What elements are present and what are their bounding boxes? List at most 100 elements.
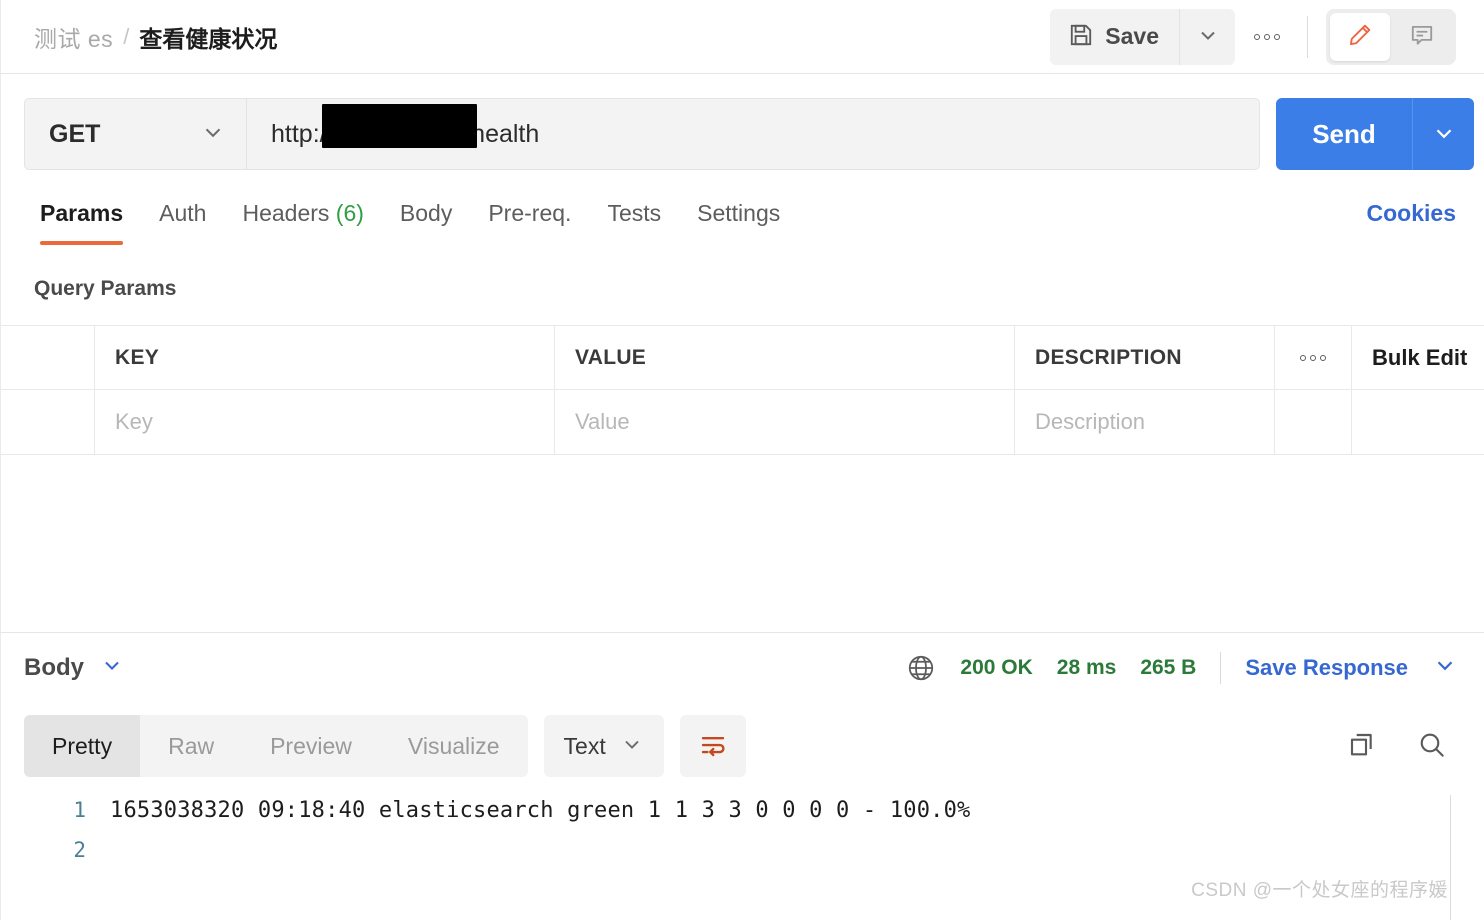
tab-headers-count: (6) bbox=[335, 200, 364, 226]
status-badge: 200 OK bbox=[960, 655, 1033, 679]
select-all-cell[interactable] bbox=[0, 326, 95, 389]
save-button-group: Save bbox=[1050, 8, 1235, 65]
tab-label: Settings bbox=[697, 200, 781, 226]
response-body-toggle[interactable]: Body bbox=[0, 653, 124, 682]
column-header-description: DESCRIPTION bbox=[1015, 326, 1275, 389]
query-params-table: KEY VALUE DESCRIPTION Bulk Edit Key Valu… bbox=[0, 325, 1484, 455]
viewer-actions bbox=[1346, 729, 1484, 764]
save-response-button[interactable]: Save Response bbox=[1245, 655, 1408, 681]
watermark: CSDN @一个处女座的程序媛 bbox=[1191, 880, 1448, 901]
tab-auth[interactable]: Auth bbox=[141, 194, 224, 245]
response-language-label: Text bbox=[563, 732, 606, 759]
save-dropdown-button[interactable] bbox=[1179, 8, 1235, 65]
bulk-edit-label: Bulk Edit bbox=[1372, 344, 1468, 370]
meta-divider bbox=[1220, 651, 1222, 684]
search-icon bbox=[1416, 729, 1448, 764]
edit-mode-button[interactable] bbox=[1330, 12, 1390, 61]
line-number: 2 bbox=[73, 838, 86, 862]
tab-pretty[interactable]: Pretty bbox=[24, 715, 141, 777]
ellipsis-icon bbox=[1300, 354, 1326, 361]
save-button-label: Save bbox=[1105, 23, 1159, 49]
header-divider bbox=[1307, 15, 1308, 58]
tab-label: Tests bbox=[607, 200, 662, 226]
floppy-disk-icon bbox=[1068, 22, 1094, 51]
word-wrap-icon bbox=[698, 730, 728, 763]
comment-button[interactable] bbox=[1392, 13, 1452, 61]
bulk-edit-button[interactable]: Bulk Edit bbox=[1352, 326, 1484, 389]
row-end-cell bbox=[1352, 390, 1484, 454]
tab-label: Pre-req. bbox=[488, 200, 572, 226]
response-viewer-toolbar: Pretty Raw Preview Visualize Text bbox=[0, 702, 1484, 790]
response-meta-bar: Body 200 OK 28 ms 265 B Save Response bbox=[0, 632, 1484, 702]
column-header-key: KEY bbox=[95, 326, 555, 389]
chevron-down-icon bbox=[620, 732, 644, 761]
query-params-title: Query Params bbox=[34, 277, 177, 300]
ellipsis-icon bbox=[1254, 33, 1280, 40]
table-row: Key Value Description bbox=[0, 390, 1484, 455]
tab-raw[interactable]: Raw bbox=[140, 715, 242, 777]
chevron-down-icon bbox=[1196, 23, 1220, 50]
tab-headers[interactable]: Headers (6) bbox=[224, 194, 381, 245]
tab-visualize[interactable]: Visualize bbox=[380, 715, 528, 777]
tab-label: Auth bbox=[159, 200, 207, 226]
chevron-down-icon bbox=[100, 653, 124, 682]
value-placeholder: Value bbox=[575, 409, 630, 434]
response-language-selector[interactable]: Text bbox=[543, 715, 664, 777]
postman-request-window: 测试 es / 查看健康状况 Save GET http://1 Send Pa… bbox=[0, 0, 1484, 920]
breadcrumb: 测试 es / 查看健康状况 bbox=[0, 20, 277, 54]
send-button[interactable]: Send bbox=[1276, 98, 1412, 170]
send-dropdown-button[interactable] bbox=[1412, 98, 1474, 170]
key-input[interactable]: Key bbox=[95, 390, 555, 454]
tab-label: Headers bbox=[242, 200, 330, 226]
code-minimap-divider bbox=[1450, 795, 1451, 920]
code-line: 2 bbox=[0, 830, 1484, 870]
search-button[interactable] bbox=[1416, 729, 1448, 764]
chevron-down-icon[interactable] bbox=[1432, 652, 1458, 683]
response-time: 28 ms bbox=[1056, 655, 1117, 679]
key-placeholder: Key bbox=[115, 409, 153, 434]
description-input[interactable]: Description bbox=[1015, 390, 1275, 454]
table-options-button[interactable] bbox=[1275, 326, 1352, 389]
tab-body[interactable]: Body bbox=[382, 194, 470, 245]
tab-settings[interactable]: Settings bbox=[679, 194, 798, 245]
chevron-down-icon bbox=[200, 119, 226, 150]
tab-preview[interactable]: Preview bbox=[242, 715, 380, 777]
url-bar: GET http://1:9200/_cat/health bbox=[24, 98, 1260, 170]
line-number: 1 bbox=[73, 798, 86, 822]
value-input[interactable]: Value bbox=[555, 390, 1015, 454]
breadcrumb-separator: / bbox=[123, 23, 130, 49]
save-button[interactable]: Save bbox=[1050, 8, 1179, 65]
description-placeholder: Description bbox=[1035, 409, 1146, 434]
copy-icon bbox=[1346, 729, 1378, 764]
response-stats: 200 OK 28 ms 265 B Save Response bbox=[906, 651, 1484, 684]
pencil-icon bbox=[1347, 22, 1373, 51]
globe-icon[interactable] bbox=[906, 653, 936, 683]
row-options-cell[interactable] bbox=[1275, 390, 1352, 454]
window-header: 测试 es / 查看健康状况 Save bbox=[0, 0, 1484, 74]
response-format-tabs: Pretty Raw Preview Visualize bbox=[24, 715, 528, 777]
word-wrap-button[interactable] bbox=[679, 715, 746, 777]
tab-params[interactable]: Params bbox=[22, 194, 141, 245]
row-checkbox-cell[interactable] bbox=[0, 390, 95, 454]
more-options-button[interactable] bbox=[1235, 9, 1299, 65]
tab-tests[interactable]: Tests bbox=[589, 194, 679, 245]
column-header-value: VALUE bbox=[555, 326, 1015, 389]
copy-button[interactable] bbox=[1346, 729, 1378, 764]
tab-pre-request[interactable]: Pre-req. bbox=[470, 194, 589, 245]
request-url-row: GET http://1:9200/_cat/health Send bbox=[0, 74, 1484, 194]
send-button-group: Send bbox=[1276, 98, 1474, 170]
tab-label: Params bbox=[40, 200, 124, 226]
redaction-box bbox=[322, 104, 477, 148]
header-actions: Save bbox=[1050, 8, 1484, 65]
table-header-row: KEY VALUE DESCRIPTION Bulk Edit bbox=[0, 325, 1484, 390]
response-size: 265 B bbox=[1140, 655, 1197, 679]
comment-icon bbox=[1409, 22, 1435, 51]
breadcrumb-collection[interactable]: 测试 es bbox=[34, 20, 113, 54]
method-label: GET bbox=[49, 119, 101, 148]
cookies-link[interactable]: Cookies bbox=[1367, 194, 1484, 227]
tab-label: Body bbox=[399, 200, 453, 226]
response-body-label: Body bbox=[24, 653, 84, 681]
code-line: 1 1653038320 09:18:40 elasticsearch gree… bbox=[0, 790, 1484, 830]
method-selector[interactable]: GET bbox=[25, 99, 247, 169]
url-input[interactable]: http://1:9200/_cat/health bbox=[247, 99, 1259, 169]
